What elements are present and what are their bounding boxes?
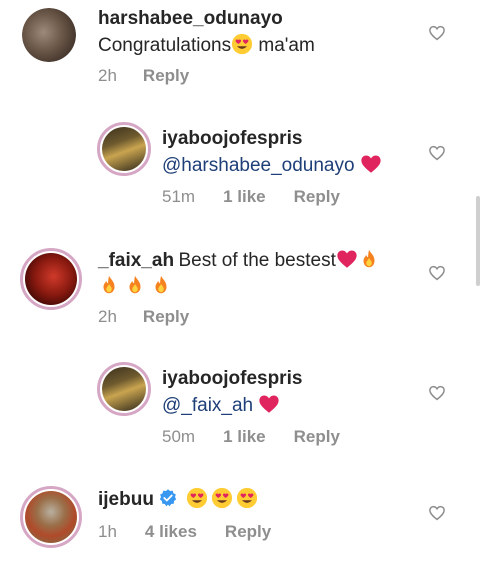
comment-username[interactable]: ijebuu xyxy=(98,489,154,510)
mention-link[interactable]: @harshabee_odunayo xyxy=(162,155,355,176)
avatar[interactable] xyxy=(22,8,76,62)
reply-button[interactable]: Reply xyxy=(143,307,189,327)
avatar[interactable] xyxy=(20,248,82,310)
comment-item: ijebuu 1h 4 likes Reply xyxy=(0,472,480,573)
reply-button[interactable]: Reply xyxy=(294,187,340,207)
comment-time: 51m xyxy=(162,187,196,206)
avatar[interactable] xyxy=(97,362,151,416)
heart-outline-icon[interactable] xyxy=(428,144,446,162)
emoji-row xyxy=(98,274,172,297)
comment-item: _faix_ah Best of the bestest 2h Reply xyxy=(0,232,480,352)
fire-emoji xyxy=(150,274,172,296)
comment-meta: 1h 4 likes Reply xyxy=(98,522,299,542)
heart-eyes-emoji xyxy=(236,487,258,509)
reply-button[interactable]: Reply xyxy=(225,522,271,542)
heart-outline-icon[interactable] xyxy=(428,384,446,402)
comment-item: iyaboojofespris @_faix_ah 50m 1 like Reply xyxy=(0,352,480,472)
heart-outline-icon[interactable] xyxy=(428,264,446,282)
comment-time: 1h xyxy=(98,522,117,541)
comment-meta: 51m 1 like Reply xyxy=(162,187,368,207)
heart-eyes-emoji xyxy=(211,487,233,509)
comment-time: 2h xyxy=(98,66,117,85)
comment-time: 50m xyxy=(162,427,196,446)
avatar[interactable] xyxy=(97,122,151,176)
red-heart-emoji xyxy=(360,153,382,175)
red-heart-emoji xyxy=(258,393,280,415)
red-heart-emoji xyxy=(336,248,358,270)
comment-username[interactable]: _faix_ah xyxy=(98,250,174,271)
comment-text: @_faix_ah xyxy=(162,393,280,417)
avatar[interactable] xyxy=(20,486,82,548)
heart-eyes-emoji xyxy=(186,487,208,509)
comment-meta: 2h Reply xyxy=(98,307,217,327)
comment-username[interactable]: harshabee_odunayo xyxy=(98,8,283,30)
comment-meta: 50m 1 like Reply xyxy=(162,427,368,447)
comment-username[interactable]: iyaboojofespris xyxy=(162,128,302,150)
likes-count[interactable]: 4 likes xyxy=(145,522,197,542)
fire-emoji xyxy=(358,248,380,270)
heart-outline-icon[interactable] xyxy=(428,24,446,42)
mention-link[interactable]: @_faix_ah xyxy=(162,395,253,416)
comment-text: @harshabee_odunayo xyxy=(162,153,382,177)
heart-outline-icon[interactable] xyxy=(428,504,446,522)
scrollbar[interactable] xyxy=(476,196,480,286)
comment-text: _faix_ah Best of the bestest xyxy=(98,248,380,272)
likes-count[interactable]: 1 like xyxy=(223,427,266,447)
comment-meta: 2h Reply xyxy=(98,66,217,86)
comment-time: 2h xyxy=(98,307,117,326)
reply-button[interactable]: Reply xyxy=(294,427,340,447)
comment-item: harshabee_odunayo Congratulations ma'am … xyxy=(0,0,480,112)
verified-badge-icon xyxy=(158,488,178,508)
comment-text: Congratulations ma'am xyxy=(98,33,315,56)
heart-eyes-emoji xyxy=(231,33,253,55)
comment-item: iyaboojofespris @harshabee_odunayo 51m 1 … xyxy=(0,112,480,232)
comment-text: ijebuu xyxy=(98,487,258,511)
fire-emoji xyxy=(98,274,120,296)
reply-button[interactable]: Reply xyxy=(143,66,189,86)
comment-username[interactable]: iyaboojofespris xyxy=(162,368,302,390)
fire-emoji xyxy=(124,274,146,296)
likes-count[interactable]: 1 like xyxy=(223,187,266,207)
